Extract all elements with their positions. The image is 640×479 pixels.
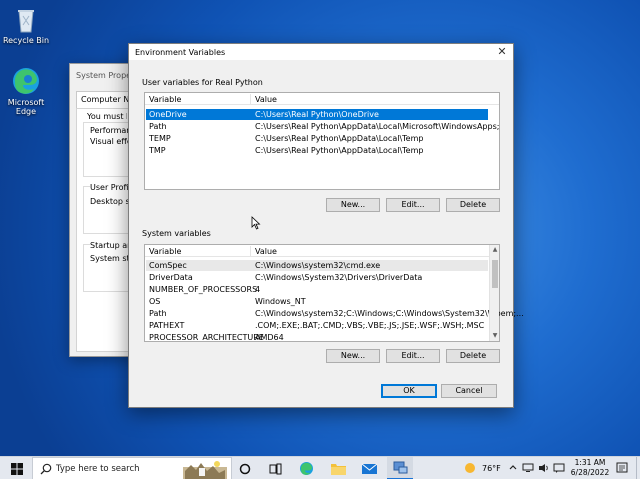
var-value: C:\Users\Real Python\AppData\Local\Temp [255, 146, 424, 155]
user-list-header: Variable Value [145, 93, 499, 105]
system-variables-list[interactable]: Variable Value ComSpec C:\Windows\system… [144, 244, 524, 342]
scrollbar-thumb[interactable] [492, 260, 498, 288]
var-name: TEMP [149, 134, 171, 143]
var-value: 4 [255, 285, 261, 294]
var-name: OneDrive [149, 110, 187, 119]
system-var-row[interactable]: DriverData C:\Windows\System32\Drivers\D… [146, 272, 488, 283]
system-var-row[interactable]: PATHEXT .COM;.EXE;.BAT;.CMD;.VBS;.VBE;.J… [146, 320, 488, 331]
user-var-row[interactable]: TMP C:\Users\Real Python\AppData\Local\T… [146, 145, 488, 156]
show-desktop-button[interactable] [636, 457, 640, 479]
task-view-icon[interactable] [262, 457, 288, 479]
var-name: PROCESSOR_ARCHITECTURE [149, 333, 264, 341]
edge-icon[interactable] [293, 457, 319, 479]
user-variables-label: User variables for Real Python [142, 78, 263, 87]
var-value: AMD64 [255, 333, 284, 341]
edge-label-line2: Edge [15, 107, 37, 116]
user-profiles-label: User Profiles [90, 183, 130, 192]
system-var-row[interactable]: OS Windows_NT [146, 296, 488, 307]
network-icon[interactable] [522, 463, 534, 475]
desktop-icon-edge[interactable]: Microsoft Edge [0, 66, 52, 116]
notification-icon[interactable] [616, 462, 628, 476]
user-var-row[interactable]: TEMP C:\Users\Real Python\AppData\Local\… [146, 133, 488, 144]
var-name: DriverData [149, 273, 193, 282]
vertical-scrollbar[interactable]: ▲ ▼ [489, 245, 499, 341]
scroll-down-icon[interactable]: ▼ [490, 331, 500, 341]
var-value: .COM;.EXE;.BAT;.CMD;.VBS;.VBE;.JS;.JSE;.… [255, 321, 485, 330]
weather-temp[interactable]: 76°F [482, 464, 501, 473]
user-delete-button[interactable]: Delete [446, 198, 500, 212]
var-name: TMP [149, 146, 166, 155]
message-icon[interactable] [553, 463, 565, 475]
var-value: C:\Users\Real Python\OneDrive [255, 110, 379, 119]
var-name: PATHEXT [149, 321, 185, 330]
user-var-row[interactable]: Path C:\Users\Real Python\AppData\Local\… [146, 121, 499, 132]
taskbar: Type here to search 76°F 1:31 AM 6/28/20… [0, 456, 640, 479]
search-highlight-icon [183, 459, 227, 479]
close-icon[interactable]: ✕ [494, 45, 510, 59]
recycle-bin-icon [11, 4, 41, 34]
system-delete-button[interactable]: Delete [446, 349, 500, 363]
performance-desc: Visual effects [90, 137, 130, 146]
info-text: You must be lo [87, 112, 127, 121]
var-name: NUMBER_OF_PROCESSORS [149, 285, 258, 294]
windows-start-icon[interactable] [4, 457, 30, 479]
system-list-header: Variable Value [145, 245, 489, 257]
environment-variables-dialog[interactable]: Environment Variables ✕ User variables f… [128, 43, 524, 408]
column-value[interactable]: Value [255, 95, 277, 104]
edge-label-line1: Microsoft [7, 98, 45, 107]
system-properties-icon[interactable] [387, 457, 413, 479]
file-explorer-icon[interactable] [325, 457, 351, 479]
mouse-cursor-icon [251, 216, 261, 232]
var-value: C:\Users\Real Python\AppData\Local\Micro… [255, 122, 500, 131]
chevron-up-icon[interactable] [509, 463, 517, 473]
search-placeholder: Type here to search [56, 464, 140, 474]
var-name: Path [149, 122, 167, 131]
volume-icon[interactable] [538, 463, 550, 475]
column-variable[interactable]: Variable [149, 247, 181, 256]
ok-button[interactable]: OK [381, 384, 437, 398]
cortana-icon[interactable] [232, 457, 258, 479]
var-value: C:\Windows\System32\Drivers\DriverData [255, 273, 423, 282]
mail-icon[interactable] [356, 457, 382, 479]
var-value: C:\Windows\system32;C:\Windows;C:\Window… [255, 309, 524, 318]
var-value: C:\Users\Real Python\AppData\Local\Temp [255, 134, 424, 143]
cancel-button[interactable]: Cancel [441, 384, 497, 398]
startup-desc: System startu [90, 254, 130, 263]
clock-date: 6/28/2022 [570, 468, 610, 477]
dialog-titlebar[interactable]: Environment Variables ✕ [129, 44, 513, 60]
system-var-row[interactable]: NUMBER_OF_PROCESSORS 4 [146, 284, 488, 295]
desktop-icon-recycle-bin[interactable]: Recycle Bin [0, 4, 52, 45]
user-new-button[interactable]: New... [326, 198, 380, 212]
clock[interactable]: 1:31 AM 6/28/2022 [570, 458, 610, 478]
system-new-button[interactable]: New... [326, 349, 380, 363]
system-var-row[interactable]: Path C:\Windows\system32;C:\Windows;C:\W… [146, 308, 524, 319]
var-name: Path [149, 309, 167, 318]
user-profiles-desc: Desktop setti [90, 197, 130, 206]
user-var-row[interactable]: OneDrive C:\Users\Real Python\OneDrive [146, 109, 488, 120]
var-name: ComSpec [149, 261, 187, 270]
column-value[interactable]: Value [255, 247, 277, 256]
performance-label: Performance [90, 126, 130, 135]
var-name: OS [149, 297, 161, 306]
sun-icon [464, 462, 476, 476]
user-variables-list[interactable]: Variable Value OneDrive C:\Users\Real Py… [144, 92, 500, 190]
system-var-row[interactable]: PROCESSOR_ARCHITECTURE AMD64 [146, 332, 488, 341]
column-variable[interactable]: Variable [149, 95, 181, 104]
var-value: C:\Windows\system32\cmd.exe [255, 261, 381, 270]
search-icon [40, 463, 52, 477]
clock-time: 1:31 AM [574, 458, 606, 467]
recycle-bin-label: Recycle Bin [2, 36, 50, 45]
var-value: Windows_NT [255, 297, 306, 306]
dialog-title: Environment Variables [135, 48, 226, 57]
edge-icon [11, 66, 41, 96]
taskbar-search-box[interactable]: Type here to search [32, 457, 232, 479]
system-edit-button[interactable]: Edit... [386, 349, 440, 363]
startup-label: Startup and R [90, 241, 130, 250]
system-variables-label: System variables [142, 229, 211, 238]
system-var-row[interactable]: ComSpec C:\Windows\system32\cmd.exe [146, 260, 488, 271]
user-edit-button[interactable]: Edit... [386, 198, 440, 212]
scroll-up-icon[interactable]: ▲ [490, 245, 500, 255]
